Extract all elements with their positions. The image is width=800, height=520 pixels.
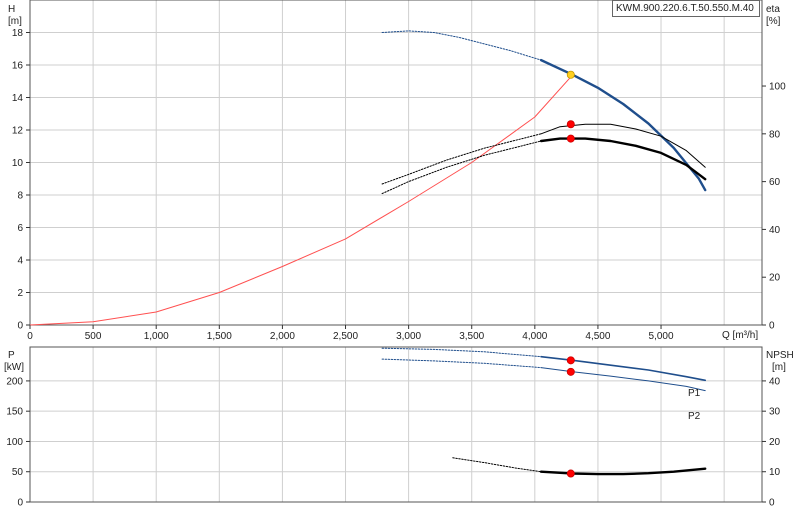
right-tick-label: 0 — [769, 498, 775, 509]
right-tick-label: 10 — [769, 467, 781, 478]
x-tick-label: 4,500 — [585, 331, 610, 342]
operating-point — [566, 120, 575, 129]
right-tick-label: 80 — [769, 129, 781, 140]
operating-point — [566, 356, 575, 365]
power-npsh-points — [566, 356, 575, 478]
eta-axis-unit: [%] — [766, 16, 781, 27]
left-tick-label: 200 — [6, 376, 23, 387]
left-tick-label: 14 — [12, 93, 24, 104]
series-line-npsh-dotted — [452, 457, 542, 473]
right-tick-label: 40 — [769, 376, 781, 387]
left-tick-label: 50 — [12, 467, 24, 478]
pump-model-label: KWM.900.220.6.T.50.550.M.40 — [612, 0, 760, 17]
x-tick-label: 500 — [85, 331, 102, 342]
left-tick-label: 10 — [12, 158, 24, 169]
npsh-axis-title: NPSH — [766, 350, 794, 361]
series-line-eta-upper — [540, 123, 706, 168]
operating-point — [566, 134, 575, 143]
series-line-eta-lower-dotted — [381, 140, 542, 195]
right-tick-label: 100 — [769, 82, 786, 93]
left-tick-label: 12 — [12, 126, 24, 137]
operating-point — [566, 367, 575, 376]
x-tick-label: 4,000 — [522, 331, 547, 342]
eta-axis-title: eta — [766, 4, 780, 15]
series-line-system-curve — [29, 74, 574, 326]
series-line-p1 — [540, 355, 707, 382]
series-line-p2 — [540, 367, 706, 392]
left-tick-label: 4 — [17, 256, 23, 267]
operating-point — [566, 70, 575, 79]
x-tick-label: 0 — [27, 331, 33, 342]
p2-label: P2 — [688, 411, 701, 422]
x-tick-label: 3,500 — [459, 331, 484, 342]
x-tick-label: 3,000 — [396, 331, 421, 342]
series-line-head-curve-dotted — [381, 30, 542, 61]
left-tick-label: 100 — [6, 437, 23, 448]
left-tick-label: 2 — [17, 288, 23, 299]
right-tick-label: 60 — [769, 177, 781, 188]
right-tick-label: 40 — [769, 225, 781, 236]
left-tick-label: 0 — [17, 498, 23, 509]
left-tick-label: 150 — [6, 407, 23, 418]
left-tick-label: 0 — [17, 321, 23, 332]
series-line-eta-lower — [539, 137, 707, 181]
left-tick-label: 6 — [17, 223, 23, 234]
right-tick-label: 20 — [769, 273, 781, 284]
right-tick-label: 20 — [769, 437, 781, 448]
power-axis-title: P — [8, 350, 15, 361]
right-tick-label: 0 — [769, 321, 775, 332]
operating-point — [566, 469, 575, 478]
head-efficiency-panel: 0 2 4 6 8 10 12 14 16 18 0 20 40 60 80 100 0 500 1,000 1,50… — [12, 0, 786, 342]
series-line-p2-dotted — [381, 358, 542, 369]
npsh-axis-unit: [m] — [772, 362, 786, 373]
head-efficiency-ticks: 0 2 4 6 8 10 12 14 16 18 0 20 40 60 80 100 0 500 1,000 1,50… — [12, 28, 786, 342]
x-tick-label: 2,500 — [333, 331, 358, 342]
x-tick-label: 2,000 — [270, 331, 295, 342]
left-tick-label: 18 — [12, 28, 24, 39]
series-line-eta-upper-dotted — [381, 133, 542, 185]
power-axis-unit: [kW] — [4, 362, 24, 373]
head-efficiency-points — [566, 70, 575, 143]
pump-curve-chart: 0246810121416180204060801000 500 1,000 1,50… — [4, 0, 794, 509]
x-tick-label: 1,500 — [207, 331, 232, 342]
power-npsh-ticks: 0 50 100 150 200 0 10 20 30 40 — [6, 376, 780, 508]
x-axis-label: Q [m³/h] — [722, 330, 758, 341]
head-axis-unit: [m] — [8, 16, 22, 27]
right-tick-label: 30 — [769, 407, 781, 418]
left-tick-label: 8 — [17, 191, 23, 202]
series-line-head-curve — [539, 58, 707, 192]
head-efficiency-series — [29, 30, 707, 326]
head-efficiency-grid — [29, 0, 763, 326]
series-line-p1-dotted — [381, 347, 542, 358]
left-tick-label: 16 — [12, 61, 24, 72]
power-npsh-panel: 0 50 100 150 200 0 10 20 30 40 — [6, 346, 781, 509]
x-tick-label: 5,000 — [649, 331, 674, 342]
p1-label: P1 — [688, 388, 701, 399]
x-tick-label: 1,000 — [144, 331, 169, 342]
head-axis-title: H — [8, 4, 15, 15]
